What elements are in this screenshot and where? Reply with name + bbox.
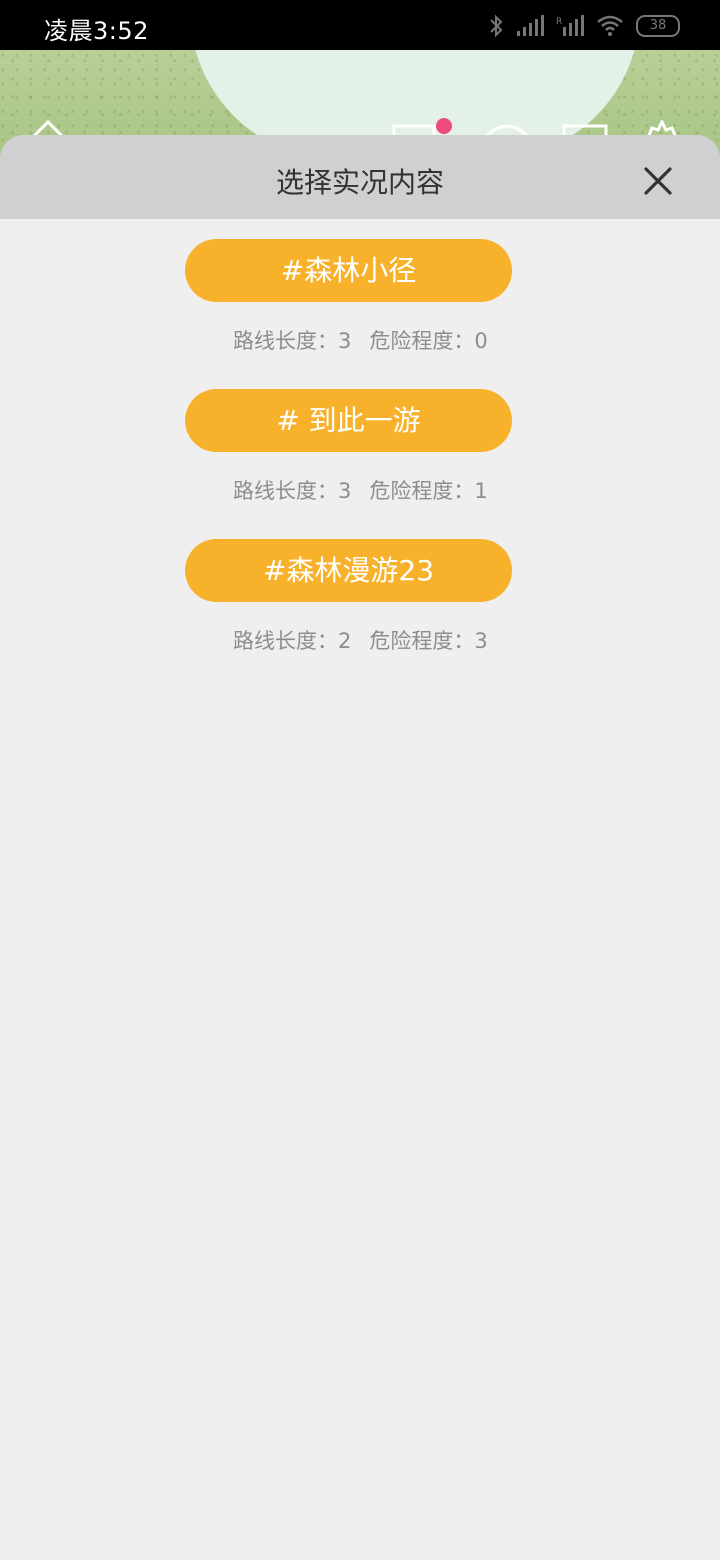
route-list: #森林小径 路线长度：3 危险程度：0 # 到此一游 路线长度：3 危险程度：1 #… xyxy=(0,219,720,689)
route-button[interactable]: # 到此一游 xyxy=(185,389,512,452)
danger-value: 0 xyxy=(474,329,488,353)
length-value: 3 xyxy=(338,329,352,353)
length-label: 路线长度： xyxy=(233,329,338,353)
route-meta: 路线长度：3 危险程度：1 xyxy=(233,475,488,505)
status-bar: 凌晨3:52 R 38 xyxy=(0,0,720,50)
danger-value: 3 xyxy=(474,629,488,653)
sheet-header: 选择实况内容 xyxy=(0,135,720,219)
route-button[interactable]: #森林漫游23 xyxy=(185,539,512,602)
close-icon xyxy=(644,167,672,195)
battery-icon: 38 xyxy=(636,15,680,37)
list-item: #森林小径 路线长度：3 危险程度：0 xyxy=(0,239,720,389)
signal-icon xyxy=(516,15,544,37)
wifi-icon xyxy=(596,15,624,37)
status-icons: R 38 xyxy=(488,12,680,40)
length-value: 3 xyxy=(338,479,352,503)
svg-text:R: R xyxy=(556,17,562,27)
bluetooth-icon xyxy=(488,14,504,38)
select-live-content-sheet: 选择实况内容 #森林小径 路线长度：3 危险程度：0 # 到此一游 路线长度：3 危… xyxy=(0,135,720,1560)
notification-badge xyxy=(436,118,452,134)
length-label: 路线长度： xyxy=(233,629,338,653)
danger-label: 危险程度： xyxy=(369,329,475,353)
route-meta: 路线长度：2 危险程度：3 xyxy=(233,625,488,655)
signal-roaming-icon: R xyxy=(556,15,584,37)
close-button[interactable] xyxy=(640,163,676,199)
danger-label: 危险程度： xyxy=(369,479,475,503)
danger-label: 危险程度： xyxy=(369,629,475,653)
list-item: # 到此一游 路线长度：3 危险程度：1 xyxy=(0,389,720,539)
danger-value: 1 xyxy=(474,479,488,503)
route-button[interactable]: #森林小径 xyxy=(185,239,512,302)
length-value: 2 xyxy=(338,629,352,653)
status-time: 凌晨3:52 xyxy=(44,17,149,45)
route-meta: 路线长度：3 危险程度：0 xyxy=(233,325,488,355)
list-item: #森林漫游23 路线长度：2 危险程度：3 xyxy=(0,539,720,689)
sheet-title: 选择实况内容 xyxy=(275,166,444,199)
length-label: 路线长度： xyxy=(233,479,338,503)
